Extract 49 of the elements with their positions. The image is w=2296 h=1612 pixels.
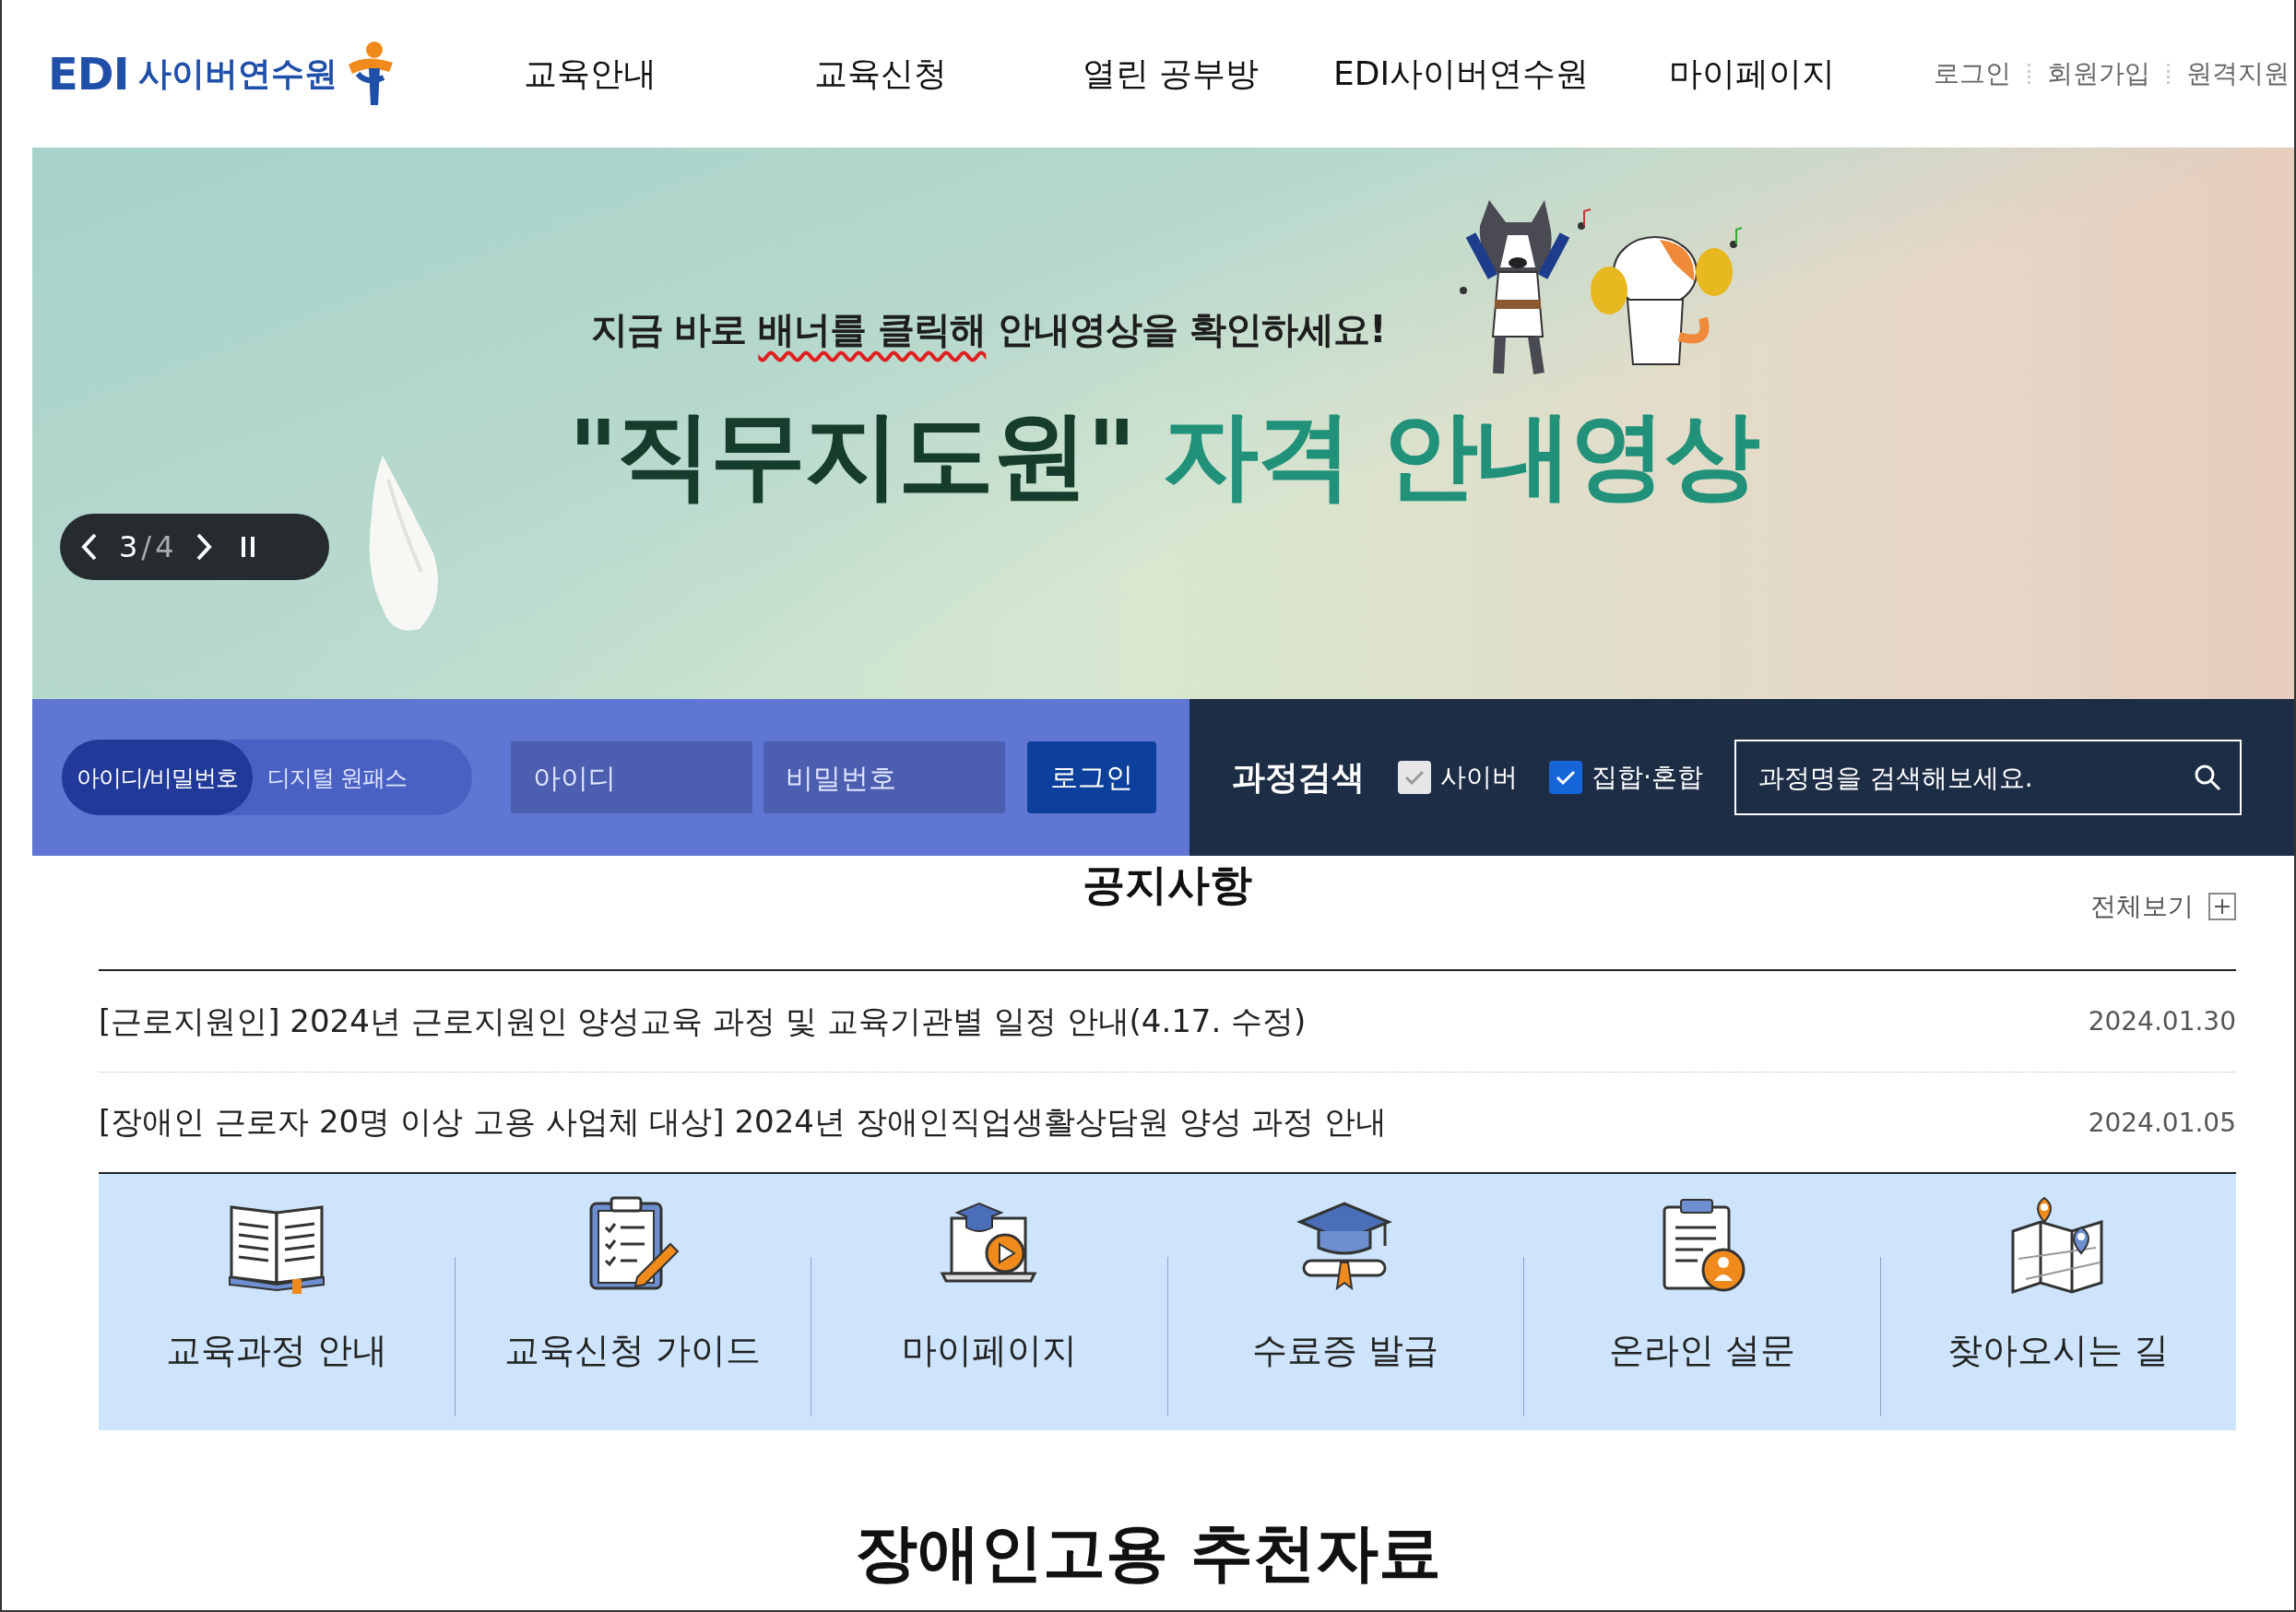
- quick-link[interactable]: 온라인 설문: [1523, 1174, 1880, 1430]
- course-search-title: 과정검색: [1232, 756, 1365, 798]
- course-search-field[interactable]: 과정명을 검색해보세요.: [1734, 740, 2242, 815]
- quick-link[interactable]: 마이페이지: [811, 1174, 1167, 1430]
- slide-total: 4: [155, 529, 174, 564]
- login-button[interactable]: 로그인: [1027, 741, 1156, 813]
- notice-link[interactable]: [근로지원인] 2024년 근로지원인 양성교육 과정 및 교육기관별 일정 안내(4.17. 수정): [99, 1000, 1307, 1043]
- quick-link[interactable]: 수료증 발급: [1166, 1174, 1523, 1430]
- banner-highlight: 자격 안내영상: [1162, 397, 1758, 513]
- logo-mark[interactable]: EDI: [48, 48, 129, 100]
- quick-link[interactable]: 교육신청 가이드: [454, 1174, 811, 1430]
- nav-link[interactable]: 마이페이지: [1606, 51, 1897, 97]
- quick-link[interactable]: 찾아오시는 길: [1879, 1174, 2236, 1430]
- notice-date: 2024.01.05: [2088, 1107, 2236, 1138]
- pause-button[interactable]: [240, 535, 255, 559]
- nav-link[interactable]: 교육안내: [444, 51, 735, 97]
- id-field[interactable]: 아이디: [511, 741, 752, 813]
- checkbox[interactable]: [1549, 761, 1582, 794]
- logo-text[interactable]: 사이버연수원: [137, 51, 337, 97]
- logo-icon[interactable]: [346, 41, 395, 107]
- plus-icon: [2208, 893, 2236, 920]
- checkbox-label: 집합·혼합: [1592, 761, 1703, 794]
- banner-title: "직무지도원": [568, 397, 1135, 513]
- pause-icon: [240, 535, 255, 559]
- notice-date: 2024.01.30: [2088, 1006, 2236, 1037]
- banner-subtitle: 지금 바로 배너를 클릭해 안내영상을 확인하세요!: [590, 307, 1386, 352]
- login-tab[interactable]: 아이디/비밀번호: [62, 740, 254, 815]
- slide-separator: /: [141, 529, 152, 564]
- search-icon[interactable]: [2193, 764, 2221, 791]
- checkmark-icon: [1555, 768, 1577, 787]
- nav-link[interactable]: 교육신청: [735, 51, 1025, 97]
- util-link[interactable]: 로그인: [1934, 56, 2011, 91]
- login-tab[interactable]: 디지털 원패스: [253, 740, 422, 815]
- checkmark-icon: [1403, 768, 1426, 787]
- password-field[interactable]: 비밀번호: [763, 741, 1005, 813]
- chevron-left-icon: [80, 532, 99, 562]
- nav-link[interactable]: 열린 공부방: [1025, 51, 1316, 97]
- notice-link[interactable]: [장애인 근로자 20명 이상 고용 사업체 대상] 2024년 장애인직업생활상담원 양성 과정 안내: [99, 1101, 1388, 1144]
- previous-button[interactable]: [80, 532, 99, 562]
- util-link[interactable]: 원격지원: [2186, 56, 2290, 91]
- banner-image[interactable]: 지금 바로 배너를 클릭해 안내영상을 확인하세요! "직무지도원" 자격 안내영상 3/4: [32, 148, 2294, 699]
- view-all-link[interactable]: 전체보기: [2090, 889, 2236, 924]
- slide-current: 3: [119, 529, 138, 564]
- util-link[interactable]: 회원가입: [2047, 56, 2150, 91]
- nav-link[interactable]: EDI사이버연수원: [1316, 51, 1606, 97]
- quick-link[interactable]: 교육과정 안내: [99, 1174, 455, 1430]
- notice-title: 공지사항: [1083, 859, 1252, 912]
- checkbox-label: 사이버: [1440, 761, 1518, 794]
- section-title: 장애인고용 추천자료: [854, 1515, 1442, 1591]
